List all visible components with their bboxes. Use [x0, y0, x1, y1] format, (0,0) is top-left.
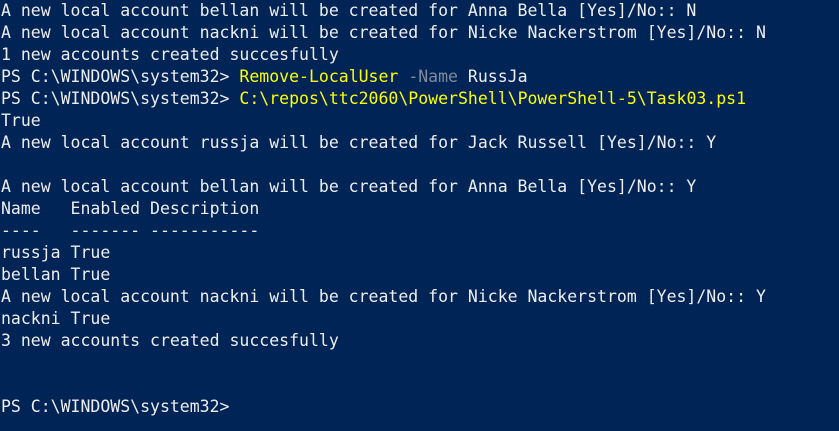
cmdlet-name: Remove-LocalUser: [239, 67, 399, 86]
output-line: 1 new accounts created succesfully: [1, 45, 339, 64]
prompt: PS C:\WINDOWS\system32>: [1, 397, 240, 416]
parameter-name: -Name: [408, 67, 458, 86]
table-header: Name Enabled Description: [1, 199, 260, 218]
table-row: nackni True: [1, 309, 111, 328]
command-line: PS C:\WINDOWS\system32> C:\repos\ttc2060…: [1, 88, 746, 110]
output-line: A new local account bellan will be creat…: [1, 177, 697, 196]
output-line: True: [1, 111, 41, 130]
prompt: PS C:\WINDOWS\system32>: [1, 67, 240, 86]
table-row: russja True: [1, 243, 111, 262]
parameter-value: RussJa: [467, 67, 528, 86]
output-line: 3 new accounts created succesfully: [1, 331, 339, 350]
output-line: A new local account nackni will be creat…: [1, 287, 766, 306]
command-line: PS C:\WINDOWS\system32> Remove-LocalUser…: [1, 66, 528, 88]
output-line: A new local account bellan will be creat…: [1, 1, 697, 20]
prompt: PS C:\WINDOWS\system32>: [1, 89, 240, 108]
output-line: A new local account russja will be creat…: [1, 133, 717, 152]
powershell-console[interactable]: A new local account bellan will be creat…: [0, 0, 839, 431]
script-path: C:\repos\ttc2060\PowerShell\PowerShell-5…: [239, 89, 747, 108]
output-line: A new local account nackni will be creat…: [1, 23, 766, 42]
table-row: bellan True: [1, 265, 111, 284]
active-prompt[interactable]: PS C:\WINDOWS\system32>: [1, 396, 239, 418]
table-separator: ---- ------- -----------: [1, 221, 260, 240]
